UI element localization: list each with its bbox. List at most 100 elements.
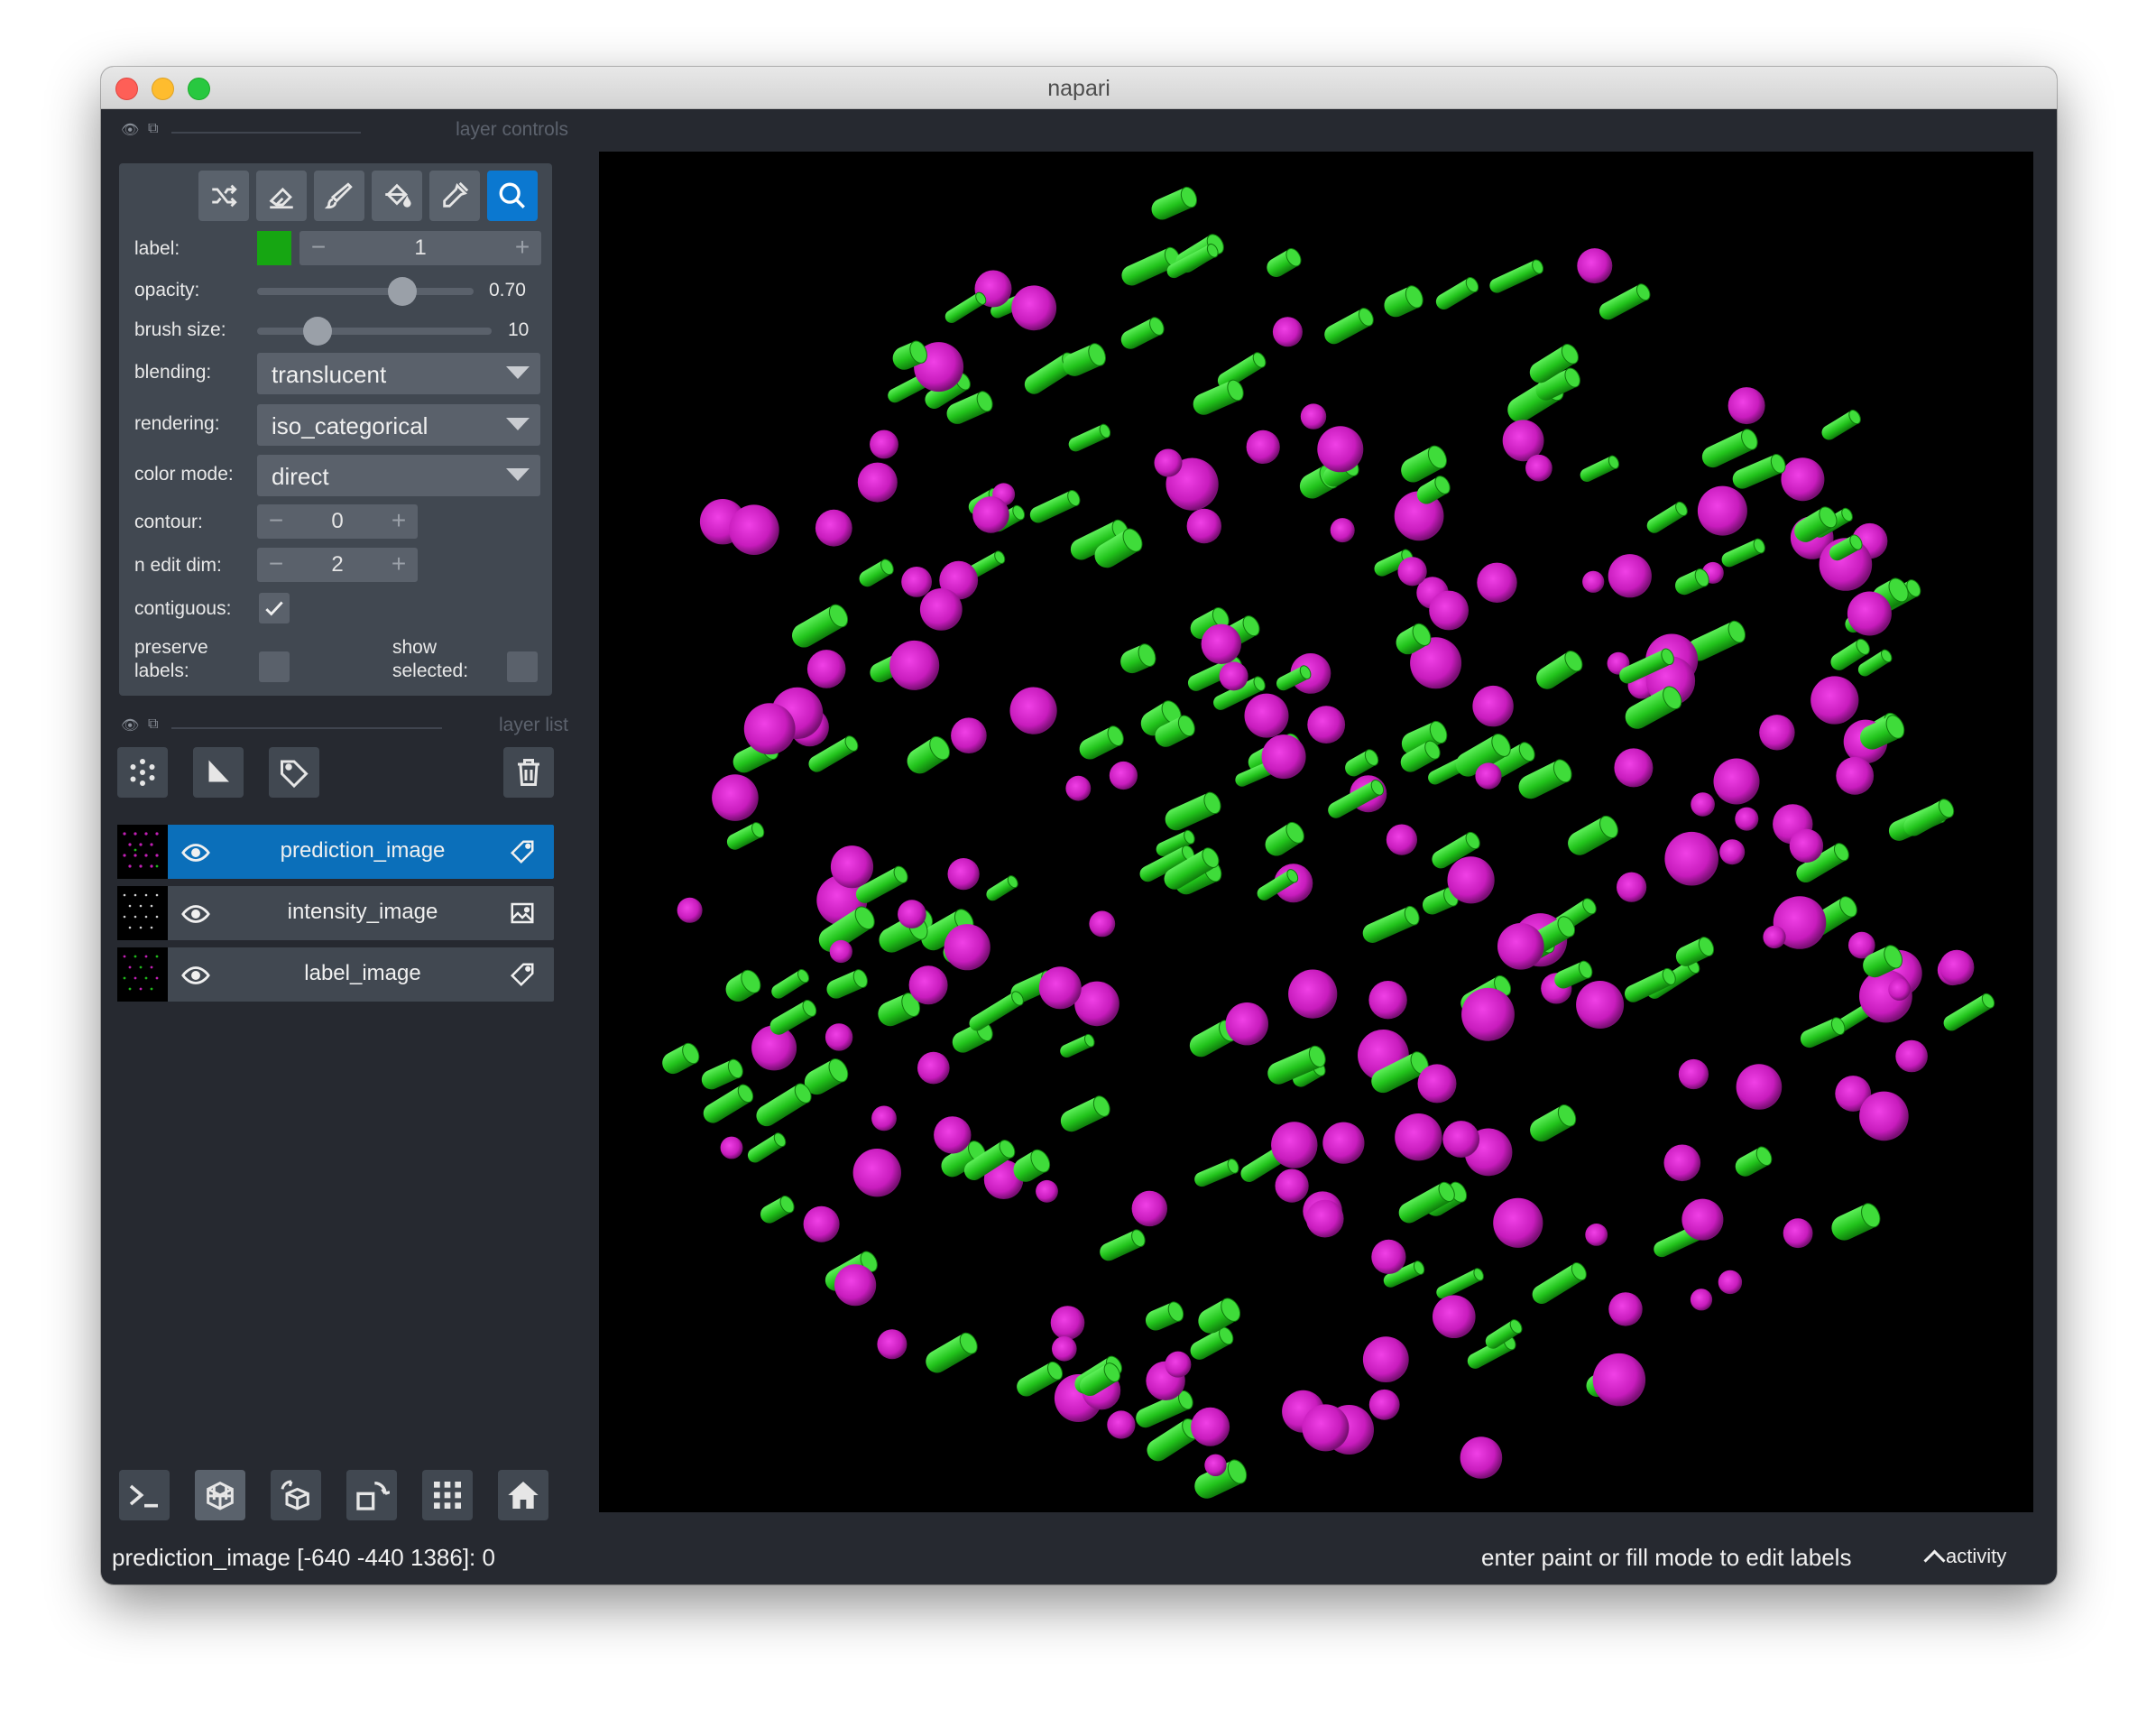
new-labels-layer-button[interactable] xyxy=(269,747,319,798)
label-color-swatch[interactable] xyxy=(257,231,291,265)
sphere-object xyxy=(1576,981,1625,1029)
visibility-eye-icon[interactable] xyxy=(180,837,211,868)
new-points-layer-button[interactable] xyxy=(117,747,168,798)
layer-name[interactable]: label_image xyxy=(226,961,500,986)
float-dock-icon[interactable]: ⧉ xyxy=(148,716,158,733)
fill-button[interactable] xyxy=(372,171,422,221)
cylinder-object xyxy=(1362,905,1420,943)
layer-name[interactable]: prediction_image xyxy=(226,838,500,864)
sphere-object xyxy=(1009,687,1057,734)
help-message: enter paint or fill mode to edit labels xyxy=(1481,1544,1852,1571)
eye-icon[interactable]: 👁 xyxy=(121,121,139,139)
shuffle-colors-button[interactable] xyxy=(198,171,249,221)
console-button[interactable] xyxy=(119,1470,170,1520)
sphere-object xyxy=(1261,734,1306,780)
n-edit-dim-increment-button[interactable]: + xyxy=(385,550,412,578)
magnifier-icon xyxy=(499,182,525,208)
opacity-slider-handle[interactable] xyxy=(388,277,417,306)
delete-layer-button[interactable] xyxy=(503,747,554,798)
new-shapes-layer-button[interactable] xyxy=(193,747,244,798)
brush-size-slider[interactable] xyxy=(257,328,492,335)
window-title: napari xyxy=(1047,76,1110,101)
rendering-dropdown[interactable]: iso_categorical xyxy=(257,404,540,446)
label-spinbox[interactable]: − 1 + xyxy=(299,231,541,265)
sphere-object xyxy=(1939,949,1975,985)
cylinder-object xyxy=(1120,643,1156,674)
blending-dropdown[interactable]: translucent xyxy=(257,353,540,394)
layer-controls-panel: label: − 1 + opacity: 0.70 brush size: 1… xyxy=(119,163,552,696)
sphere-object xyxy=(1386,824,1417,855)
preserve-labels-checkbox[interactable] xyxy=(259,651,290,682)
sphere-object xyxy=(1783,1218,1813,1249)
layer-name[interactable]: intensity_image xyxy=(226,900,500,925)
pan-zoom-button[interactable] xyxy=(487,171,538,221)
sphere-object xyxy=(1461,987,1515,1041)
sphere-object xyxy=(857,462,898,503)
pick-button[interactable] xyxy=(429,171,480,221)
sphere-object xyxy=(1429,590,1469,631)
sphere-object xyxy=(1225,1002,1268,1046)
paint-button[interactable] xyxy=(314,171,364,221)
cylinder-object xyxy=(986,875,1018,901)
sphere-object xyxy=(1433,1295,1476,1338)
ndisplay-button[interactable] xyxy=(195,1470,245,1520)
sphere-object xyxy=(1608,554,1652,598)
brush-size-slider-handle[interactable] xyxy=(303,317,332,346)
sphere-object xyxy=(1368,1389,1400,1420)
cylinder-object xyxy=(1194,1158,1239,1187)
cylinder-object xyxy=(859,559,894,587)
sphere-object xyxy=(806,650,846,688)
sphere-object xyxy=(1201,623,1241,664)
sphere-object xyxy=(1664,831,1718,886)
contour-increment-button[interactable]: + xyxy=(385,506,412,535)
sphere-object xyxy=(1614,748,1654,788)
viewer-canvas[interactable] xyxy=(599,152,2033,1512)
sphere-object xyxy=(1271,1122,1318,1168)
n-edit-dim-spinbox[interactable]: − 2 + xyxy=(257,548,418,582)
sphere-object xyxy=(1036,1179,1058,1203)
sphere-object xyxy=(1678,1058,1709,1090)
sphere-object xyxy=(1371,1239,1406,1274)
reset-view-button[interactable] xyxy=(498,1470,548,1520)
sphere-object xyxy=(917,1051,950,1085)
sphere-object xyxy=(1592,1353,1646,1407)
sphere-object xyxy=(1275,1168,1309,1203)
sphere-object xyxy=(908,965,948,1005)
cylinder-object xyxy=(726,822,765,850)
cylinder-object xyxy=(1029,489,1081,523)
layer-row-prediction-image[interactable]: prediction_image xyxy=(117,825,554,879)
cylinder-object xyxy=(1530,1104,1577,1142)
cylinder-object xyxy=(747,1132,787,1163)
cylinder-object xyxy=(1580,455,1619,482)
roll-dims-button[interactable] xyxy=(271,1470,321,1520)
opacity-slider[interactable] xyxy=(257,288,474,295)
activity-button[interactable]: activity xyxy=(1923,1545,2006,1572)
rendering-value: iso_categorical xyxy=(272,412,428,439)
color-mode-dropdown[interactable]: direct xyxy=(257,455,540,496)
show-selected-checkbox[interactable] xyxy=(507,651,538,682)
eye-icon[interactable]: 👁 xyxy=(121,716,139,734)
sphere-object xyxy=(1219,661,1248,691)
transpose-button[interactable] xyxy=(346,1470,397,1520)
contour-spinbox[interactable]: − 0 + xyxy=(257,504,418,539)
sphere-object xyxy=(1789,828,1824,864)
layer-row-label-image[interactable]: label_image xyxy=(117,947,554,1002)
layer-row-intensity-image[interactable]: intensity_image xyxy=(117,886,554,940)
visibility-eye-icon[interactable] xyxy=(180,899,211,929)
sphere-object xyxy=(712,774,759,821)
float-dock-icon[interactable]: ⧉ xyxy=(148,121,158,137)
grid-mode-button[interactable] xyxy=(422,1470,473,1520)
sphere-object xyxy=(1442,1121,1480,1158)
label-value: 1 xyxy=(414,236,427,260)
cylinder-object xyxy=(756,1083,812,1127)
visibility-eye-icon[interactable] xyxy=(180,960,211,991)
sphere-object xyxy=(1397,557,1427,587)
label-increment-button[interactable]: + xyxy=(509,233,536,262)
sphere-object xyxy=(1736,1064,1783,1110)
erase-button[interactable] xyxy=(256,171,307,221)
tag-icon xyxy=(281,760,309,789)
labels-layer-icon xyxy=(510,840,534,864)
shuffle-icon xyxy=(212,184,237,208)
cylinder-object xyxy=(1165,791,1221,831)
contiguous-checkbox[interactable] xyxy=(259,593,290,623)
